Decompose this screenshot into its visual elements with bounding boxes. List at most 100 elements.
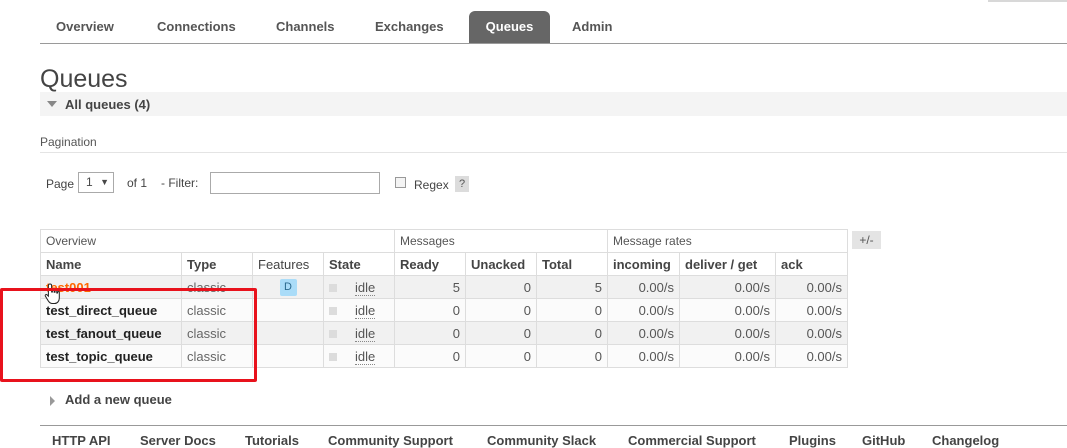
incoming-rate: 0.00/s <box>607 344 680 368</box>
hand-cursor-icon <box>44 283 60 304</box>
page-select[interactable]: 1 ▼ <box>78 172 114 193</box>
footer-link-changelog[interactable]: Changelog <box>932 433 999 448</box>
all-queues-section-header[interactable]: All queues (4) <box>40 92 1067 116</box>
col-header-type[interactable]: Type <box>181 252 253 276</box>
footer-link-community-slack[interactable]: Community Slack <box>487 433 596 448</box>
ready-count: 5 <box>394 275 466 299</box>
group-header-message-rates: Message rates <box>607 229 848 253</box>
state-indicator-icon <box>329 284 337 293</box>
col-header-ack[interactable]: ack <box>775 252 848 276</box>
footer-link-http-api[interactable]: HTTP API <box>52 433 111 448</box>
total-count: 5 <box>536 275 608 299</box>
footer-link-community-support[interactable]: Community Support <box>328 433 453 448</box>
total-count: 0 <box>536 344 608 368</box>
ack-rate: 0.00/s <box>775 275 848 299</box>
help-icon[interactable]: ? <box>455 176 469 192</box>
state-text: idle <box>355 279 376 296</box>
page-label: Page <box>46 177 75 191</box>
ready-count: 0 <box>394 344 466 368</box>
footer-divider <box>40 425 1067 426</box>
state-indicator-icon <box>329 353 337 362</box>
group-header-messages: Messages <box>394 229 608 253</box>
col-header-incoming[interactable]: incoming <box>607 252 680 276</box>
queue-name[interactable]: test_fanout_queue <box>40 321 182 345</box>
features-cell: D <box>252 275 324 299</box>
state-cell: idle <box>323 275 395 299</box>
state-text: idle <box>355 348 376 365</box>
col-header-deliver-get[interactable]: deliver / get <box>679 252 776 276</box>
regex-label: Regex <box>414 178 449 192</box>
ack-rate: 0.00/s <box>775 321 848 345</box>
ready-count: 0 <box>394 298 466 322</box>
group-header-overview: Overview <box>40 229 395 253</box>
col-header-ready[interactable]: Ready <box>394 252 466 276</box>
footer-link-plugins[interactable]: Plugins <box>789 433 836 448</box>
add-queue-label: Add a new queue <box>65 392 172 407</box>
ack-rate: 0.00/s <box>775 344 848 368</box>
queue-type: classic <box>181 275 253 299</box>
features-cell <box>252 298 324 322</box>
tab-admin[interactable]: Admin <box>572 11 612 43</box>
main-nav: Overview Connections Channels Exchanges … <box>40 11 1067 44</box>
queue-type: classic <box>181 321 253 345</box>
footer-link-server-docs[interactable]: Server Docs <box>140 433 216 448</box>
features-cell <box>252 321 324 345</box>
unacked-count: 0 <box>465 344 537 368</box>
add-queue-toggle[interactable]: Add a new queue <box>50 392 172 407</box>
queue-name[interactable]: test_topic_queue <box>40 344 182 368</box>
state-indicator-icon <box>329 307 337 316</box>
state-indicator-icon <box>329 330 337 339</box>
unacked-count: 0 <box>465 321 537 345</box>
tab-queues[interactable]: Queues <box>469 11 550 43</box>
triangle-down-icon <box>47 101 57 107</box>
table-row: test_fanout_queue classic idle 0 0 0 0.0… <box>40 321 848 345</box>
incoming-rate: 0.00/s <box>607 321 680 345</box>
window-edge-decoration <box>988 0 1067 2</box>
col-header-state[interactable]: State <box>323 252 395 276</box>
regex-checkbox[interactable] <box>395 177 406 188</box>
total-count: 0 <box>536 298 608 322</box>
deliver-get-rate: 0.00/s <box>679 298 776 322</box>
durable-badge: D <box>279 279 297 296</box>
tab-overview[interactable]: Overview <box>56 11 114 43</box>
state-cell: idle <box>323 298 395 322</box>
section-title: All queues (4) <box>65 97 151 112</box>
tab-connections[interactable]: Connections <box>157 11 236 43</box>
unacked-count: 0 <box>465 298 537 322</box>
col-header-total[interactable]: Total <box>536 252 608 276</box>
table-row: test001 classic D idle 5 0 5 0.00/s 0.00… <box>40 275 848 299</box>
toggle-columns-button[interactable]: +/- <box>852 231 881 249</box>
filter-input[interactable] <box>210 172 380 194</box>
queues-table: Overview Messages Message rates Name Typ… <box>40 229 848 368</box>
queue-type: classic <box>181 298 253 322</box>
tab-channels[interactable]: Channels <box>276 11 335 43</box>
deliver-get-rate: 0.00/s <box>679 321 776 345</box>
triangle-right-icon <box>50 395 55 406</box>
features-cell <box>252 344 324 368</box>
footer-link-tutorials[interactable]: Tutorials <box>245 433 299 448</box>
unacked-count: 0 <box>465 275 537 299</box>
table-row: test_direct_queue classic idle 0 0 0 0.0… <box>40 298 848 322</box>
queue-type: classic <box>181 344 253 368</box>
col-header-unacked[interactable]: Unacked <box>465 252 537 276</box>
footer-link-github[interactable]: GitHub <box>862 433 905 448</box>
state-cell: idle <box>323 321 395 345</box>
state-text: idle <box>355 325 376 342</box>
tab-exchanges[interactable]: Exchanges <box>375 11 444 43</box>
ack-rate: 0.00/s <box>775 298 848 322</box>
pagination-divider <box>40 152 1067 153</box>
footer-link-commercial-support[interactable]: Commercial Support <box>628 433 756 448</box>
table-row: test_topic_queue classic idle 0 0 0 0.00… <box>40 344 848 368</box>
incoming-rate: 0.00/s <box>607 298 680 322</box>
ready-count: 0 <box>394 321 466 345</box>
page-select-value: 1 <box>86 175 93 189</box>
filter-label: - Filter: <box>161 176 199 190</box>
total-count: 0 <box>536 321 608 345</box>
page-title: Queues <box>40 65 128 93</box>
pagination-label: Pagination <box>40 135 97 149</box>
deliver-get-rate: 0.00/s <box>679 275 776 299</box>
col-header-name[interactable]: Name <box>40 252 182 276</box>
page-count: of 1 <box>127 176 148 190</box>
col-header-features: Features <box>252 252 324 276</box>
deliver-get-rate: 0.00/s <box>679 344 776 368</box>
